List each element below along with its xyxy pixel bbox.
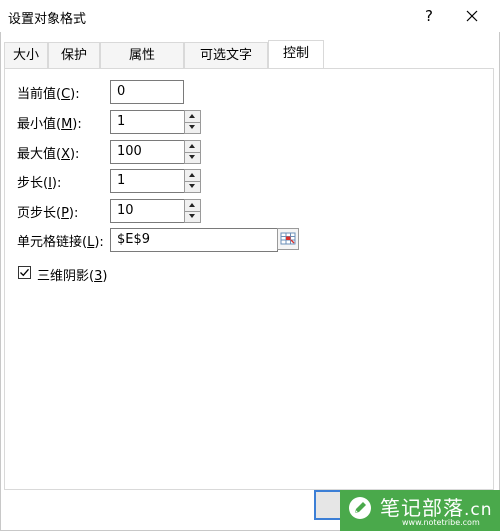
shading-3d-checkbox[interactable] <box>18 266 31 279</box>
page-step-spinner[interactable] <box>184 199 201 223</box>
watermark-brand: 笔记部落.cn <box>380 496 493 520</box>
max-value-label: 最大值(X): <box>17 147 80 162</box>
max-value-spinner[interactable] <box>184 140 201 164</box>
step-input[interactable]: 1 <box>110 169 185 193</box>
min-value-spinner[interactable] <box>184 110 201 134</box>
min-value-input[interactable]: 1 <box>110 110 185 134</box>
help-button[interactable]: ? <box>418 4 440 28</box>
dialog-title: 设置对象格式 <box>8 12 87 27</box>
arrow-down-icon <box>189 214 195 218</box>
arrow-up-icon <box>189 173 195 177</box>
spin-down-button[interactable] <box>185 181 200 192</box>
range-select-icon <box>280 232 296 245</box>
cell-link-label: 单元格链接(L): <box>17 235 104 250</box>
arrow-up-icon <box>189 114 195 118</box>
tab-size[interactable]: 大小 <box>4 42 48 68</box>
page-step-label: 页步长(P): <box>17 206 79 221</box>
current-value-label: 当前值(C): <box>17 87 80 102</box>
arrow-down-icon <box>189 184 195 188</box>
arrow-up-icon <box>189 144 195 148</box>
tab-control[interactable]: 控制 <box>268 40 324 68</box>
tab-alt-text[interactable]: 可选文字 <box>184 42 268 68</box>
min-value-label: 最小值(M): <box>17 117 82 132</box>
arrow-up-icon <box>189 203 195 207</box>
current-value-input[interactable]: 0 <box>110 80 184 104</box>
spin-down-button[interactable] <box>185 122 200 133</box>
page-step-input[interactable]: 10 <box>110 199 185 223</box>
tab-properties[interactable]: 属性 <box>100 42 184 68</box>
spin-down-button[interactable] <box>185 152 200 163</box>
spin-down-button[interactable] <box>185 211 200 222</box>
cell-link-input[interactable]: $E$9 <box>110 228 278 252</box>
pen-icon <box>349 497 371 519</box>
step-label: 步长(I): <box>17 176 62 191</box>
tab-protection[interactable]: 保护 <box>48 42 100 68</box>
step-spinner[interactable] <box>184 169 201 193</box>
arrow-down-icon <box>189 155 195 159</box>
shading-3d-label[interactable]: 三维阴影(3) <box>37 265 107 284</box>
title-bar: 设置对象格式 ? <box>0 0 500 32</box>
checkmark-icon <box>20 268 29 277</box>
range-select-button[interactable] <box>277 228 299 250</box>
close-icon <box>466 10 478 22</box>
site-watermark: 笔记部落.cn www.notetribe.com <box>340 490 500 531</box>
max-value-input[interactable]: 100 <box>110 140 185 164</box>
close-button[interactable] <box>460 4 484 28</box>
watermark-url: www.notetribe.com <box>402 518 480 527</box>
arrow-down-icon <box>189 125 195 129</box>
